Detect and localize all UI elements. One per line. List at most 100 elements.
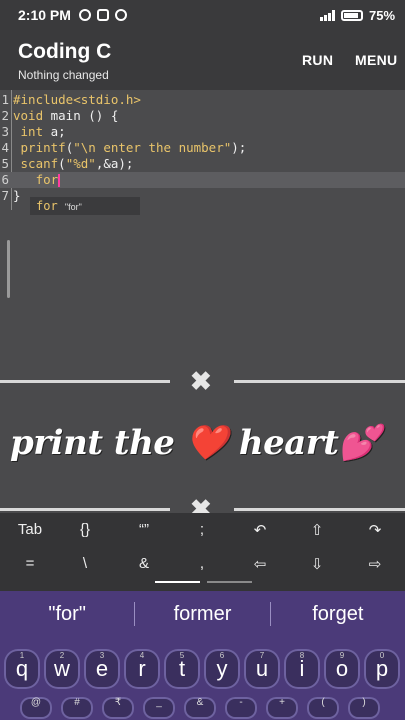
key-number-hint: 6 [219,651,225,660]
code-editor[interactable]: 1 #include<stdio.h> 2 void main () {3 int a… [0,90,405,390]
alarm-icon [78,9,91,21]
line-number: 2 [1,108,9,123]
key-number-hint: 7 [259,651,265,660]
key[interactable]: 2w [44,649,80,689]
signal-icon [319,9,335,21]
divider-line [0,508,170,511]
symbol-key[interactable]: , [182,555,222,572]
code-line[interactable]: 5 scanf("%d",&a); [0,156,405,172]
key[interactable]: 0p [364,649,400,689]
key[interactable]: & [184,697,216,719]
notification-icons [78,9,127,21]
battery-percent: 75% [368,7,395,23]
key[interactable]: 8i [284,649,320,689]
code-token: "\n enter the number" [73,140,232,155]
code-token: a; [43,124,66,139]
symbol-key[interactable]: ; [182,521,222,538]
app-bar: Coding C Nothing changed RUN MENU [0,30,405,90]
code-text: printf("\n enter the number"); [13,140,247,156]
battery-icon [340,9,363,21]
code-line[interactable]: 3 int a; [0,124,405,140]
code-text: } [13,188,21,204]
code-token: int [20,124,44,139]
code-token: ,&a); [95,156,134,171]
symbol-key[interactable]: {} [65,521,105,538]
code-token: ( [58,156,66,171]
app-title: Coding C [18,40,112,63]
keyboard: "for" former forget 1q2w3e4r5t6y7u8i9o0p… [0,591,405,720]
scroll-handle[interactable] [7,240,10,298]
run-button[interactable]: RUN [302,52,333,68]
symbol-key[interactable]: \ [65,555,105,572]
key-number-hint: 4 [139,651,145,660]
status-bar: 2:10 PM 75% [0,0,405,30]
divider-line [0,380,170,383]
symbol-key[interactable]: ⇦ [240,555,280,573]
key[interactable]: 6y [204,649,240,689]
code-line[interactable]: 4 printf("\n enter the number"); [0,140,405,156]
divider-line [234,380,405,383]
code-line[interactable]: 2 void main () { [0,108,405,124]
symbol-key[interactable]: = [10,555,50,572]
key[interactable]: 9o [324,649,360,689]
menu-button[interactable]: MENU [355,52,397,68]
line-number: 7 [1,188,9,203]
code-token: void [13,108,44,123]
keyboard-suggestion[interactable]: forget [271,603,405,626]
symbol-key[interactable]: Tab [10,521,50,538]
key-number-hint: 1 [19,651,25,660]
key-number-hint: 2 [59,651,65,660]
symbol-key[interactable]: ⇩ [297,555,337,573]
code-token: } [13,188,21,203]
key-number-hint: 8 [299,651,305,660]
key[interactable]: - [225,697,257,719]
symbol-toolbar: Tab {} “”; ↶ ⇧ ↷ = \ &, ⇦ ⇩ ⇨ [0,513,405,591]
code-text: scanf("%d",&a); [13,156,134,172]
code-token: main () { [43,108,119,123]
suggestion-hint: "for" [64,202,82,212]
toolbar-page-indicator-active [155,581,200,583]
key-number-hint: 5 [179,651,185,660]
divider-line [234,508,405,511]
key[interactable]: 1q [4,649,40,689]
symbol-key[interactable]: & [124,555,164,572]
code-token: "%d" [65,156,96,171]
code-text: int a; [13,124,66,140]
code-token: printf [20,140,66,155]
keyboard-suggestions: "for" former forget [0,591,405,637]
keyboard-suggestion[interactable]: former [135,603,269,626]
key[interactable]: 7u [244,649,280,689]
line-number: 6 [1,172,9,187]
symbol-key[interactable]: ↶ [240,521,280,539]
key[interactable]: ₹ [102,697,134,719]
code-line[interactable]: 6 for [0,172,405,188]
record-icon [114,9,127,21]
suggestion-keyword: for [36,199,58,213]
key[interactable]: + [266,697,298,719]
key[interactable]: _ [143,697,175,719]
symbol-key[interactable]: ⇨ [355,555,395,573]
symbol-key[interactable]: “” [124,521,164,538]
autocomplete-suggestion[interactable]: for "for" [30,197,140,215]
app-subtitle: Nothing changed [18,68,109,82]
key[interactable]: # [61,697,93,719]
key[interactable]: 4r [124,649,160,689]
keyboard-row-letters: 1q2w3e4r5t6y7u8i9o0p [4,649,400,689]
key[interactable]: 3e [84,649,120,689]
code-token: #include<stdio.h> [13,92,141,107]
key[interactable]: 5t [164,649,200,689]
keyboard-suggestion[interactable]: "for" [0,603,134,626]
key[interactable]: @ [20,697,52,719]
symbol-key[interactable]: ↷ [355,521,395,539]
symbol-key[interactable]: ⇧ [297,521,337,539]
code-line[interactable]: 1 #include<stdio.h> [0,92,405,108]
text-cursor [58,174,61,187]
key-number-hint: 3 [99,651,105,660]
key[interactable]: ( [307,697,339,719]
key[interactable]: ) [348,697,380,719]
app-notification-icon [96,9,109,21]
close-icon: ✖ [190,366,212,396]
